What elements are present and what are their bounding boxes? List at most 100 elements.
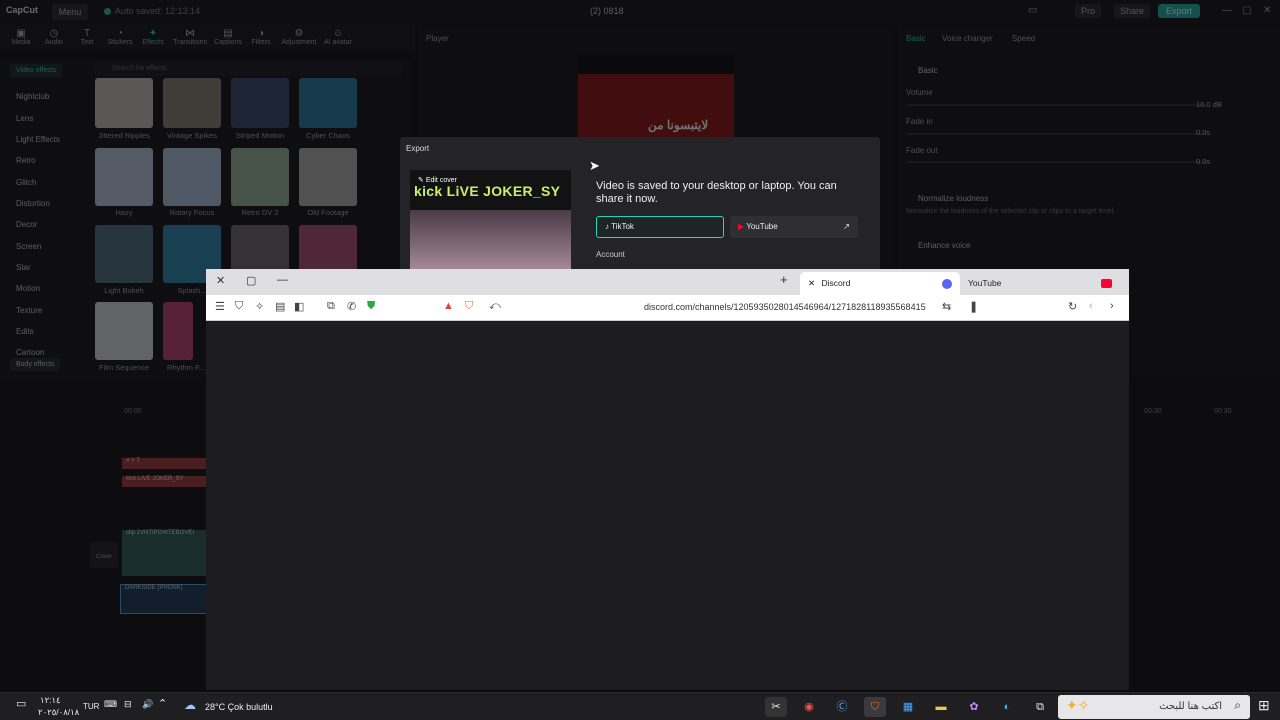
video-effects-dropdown[interactable]: Video effects bbox=[10, 64, 63, 77]
app-c-icon[interactable]: Ⓒ bbox=[831, 697, 853, 717]
new-tab-icon[interactable]: + bbox=[780, 272, 788, 287]
category-item[interactable]: Star bbox=[16, 263, 31, 272]
tool-ai-avatar[interactable]: ☺ AI avatar bbox=[319, 28, 357, 46]
reload-icon[interactable]: ↻ bbox=[1068, 300, 1077, 313]
normalize-label[interactable]: Normalize loudness bbox=[918, 194, 988, 203]
maximize-window-icon[interactable]: ▢ bbox=[246, 274, 256, 287]
share-button[interactable]: Share bbox=[1114, 4, 1151, 18]
fadeout-slider[interactable] bbox=[906, 161, 1206, 163]
basic-section-label[interactable]: Basic bbox=[918, 66, 938, 75]
category-item[interactable]: Light Effects bbox=[16, 135, 60, 144]
effect-thumb[interactable] bbox=[163, 78, 221, 128]
copilot-icon[interactable]: ✿ bbox=[963, 697, 985, 717]
tool-transitions[interactable]: ⋈ Transitions bbox=[171, 28, 209, 46]
tab-basic[interactable]: Basic bbox=[906, 34, 926, 43]
close-window-icon[interactable]: ✕ bbox=[216, 274, 225, 287]
volume-value[interactable]: 10.0 dB bbox=[1196, 100, 1222, 109]
timeline-clip[interactable]: # Y T bbox=[122, 458, 216, 469]
forward-icon[interactable]: ‹ bbox=[1089, 300, 1093, 312]
chevron-up-icon[interactable]: ⌃ bbox=[158, 697, 167, 710]
windows-start-icon[interactable]: ⊞ bbox=[1258, 697, 1270, 714]
tab-speed[interactable]: Speed bbox=[1012, 34, 1035, 43]
cover-button[interactable]: Cover bbox=[90, 542, 118, 568]
effect-thumb[interactable] bbox=[95, 302, 153, 360]
shield-icon[interactable]: ⛉ bbox=[235, 300, 243, 313]
network-icon[interactable]: ⊟ bbox=[124, 699, 132, 710]
effect-thumb[interactable] bbox=[231, 148, 289, 206]
fadein-value[interactable]: 0.0s bbox=[1196, 128, 1210, 137]
maximize-icon[interactable]: ▢ bbox=[1242, 5, 1251, 16]
export-button[interactable]: Export bbox=[1158, 4, 1201, 18]
sidebar-icon[interactable]: ◧ bbox=[294, 300, 304, 313]
input-language[interactable]: TUR bbox=[83, 702, 99, 711]
vpn-icon[interactable]: ⛊ bbox=[367, 300, 375, 313]
effect-thumb[interactable] bbox=[299, 148, 357, 206]
site-settings-icon[interactable]: ⇆ bbox=[942, 300, 951, 313]
effect-thumb[interactable] bbox=[95, 78, 153, 128]
category-item[interactable]: Distortion bbox=[16, 199, 50, 208]
close-icon[interactable]: ✕ bbox=[1263, 5, 1271, 16]
effect-thumb[interactable] bbox=[95, 225, 153, 283]
effect-thumb[interactable] bbox=[95, 148, 153, 206]
tab-voice-changer[interactable]: Voice changer bbox=[942, 34, 993, 43]
pro-button[interactable]: Pro bbox=[1075, 4, 1102, 18]
keyboard-icon[interactable]: ⌨ bbox=[104, 699, 117, 710]
wallet-icon[interactable]: ▤ bbox=[275, 300, 285, 313]
tool-adjustment[interactable]: ⚙ Adjustment bbox=[280, 28, 318, 46]
tab-youtube[interactable]: YouTube bbox=[968, 272, 1118, 295]
minimize-icon[interactable]: — bbox=[1222, 5, 1232, 16]
clock-date[interactable]: ٢٠٢٥/٠٨/١٨ bbox=[38, 707, 79, 718]
effect-thumb[interactable] bbox=[163, 302, 193, 360]
category-item[interactable]: Retro bbox=[16, 156, 36, 165]
capcut-taskbar-icon[interactable]: ✂ bbox=[765, 697, 787, 717]
back-icon[interactable]: › bbox=[1110, 300, 1114, 312]
category-item[interactable]: Motion bbox=[16, 284, 40, 293]
app-icon[interactable]: ◉ bbox=[798, 697, 820, 717]
category-item[interactable]: Glitch bbox=[16, 178, 36, 187]
brave-taskbar-icon[interactable]: ⛉ bbox=[864, 697, 886, 717]
tab-discord[interactable]: ✕ Discord bbox=[800, 272, 960, 295]
category-item[interactable]: Nightclub bbox=[16, 92, 49, 101]
weather-text[interactable]: 28°C Çok bulutlu bbox=[205, 702, 273, 712]
screenshot-icon[interactable]: ⧉ bbox=[327, 300, 335, 313]
timeline-clip[interactable]: kick LiVE JOKER_SY bbox=[122, 476, 216, 487]
tool-effects[interactable]: ✦ Effects bbox=[134, 28, 172, 46]
file-explorer-icon[interactable]: ▬ bbox=[930, 697, 952, 717]
close-tab-icon[interactable]: ✕ bbox=[808, 278, 817, 288]
category-item[interactable]: Texture bbox=[16, 306, 42, 315]
category-item[interactable]: Edits bbox=[16, 327, 34, 336]
chat-icon[interactable]: ✆ bbox=[347, 300, 356, 313]
task-view-icon[interactable]: ⧉ bbox=[1029, 697, 1051, 717]
audio-clip[interactable]: DARKSIDE (PHONK) bbox=[120, 584, 212, 614]
fadein-slider[interactable] bbox=[906, 133, 1206, 135]
history-icon[interactable]: ⤺ bbox=[489, 300, 501, 313]
share-tiktok-button[interactable]: ♪ TikTok bbox=[596, 216, 724, 238]
rewards-icon[interactable]: ▲ bbox=[443, 300, 454, 312]
notification-icon[interactable]: ▭ bbox=[16, 697, 26, 710]
minimize-window-icon[interactable]: — bbox=[277, 274, 288, 286]
taskbar-search-input[interactable]: ✦✧ اكتب هنا للبحث ⌕ bbox=[1058, 695, 1250, 719]
tool-filters[interactable]: ◑ Filters bbox=[242, 28, 280, 46]
brave-shield-icon[interactable]: ⛉ bbox=[465, 300, 473, 313]
menu-button[interactable]: Menu bbox=[52, 4, 88, 20]
export-cover-preview[interactable]: Edit cover kick LiVE JOKER_SY bbox=[410, 170, 571, 270]
volume-slider[interactable] bbox=[906, 104, 1206, 106]
bookmark-icon[interactable]: ❚ bbox=[969, 300, 978, 313]
effects-search-input[interactable]: Search for effects bbox=[94, 62, 402, 76]
player-preview[interactable]: لايتبسونا من bbox=[578, 54, 734, 138]
clock-time[interactable]: ١٢:١٤ bbox=[40, 695, 61, 706]
effect-thumb[interactable] bbox=[163, 148, 221, 206]
timeline-clip[interactable]: clip 1VNTIPOWTEBOVEI bbox=[122, 530, 216, 576]
extension-icon[interactable]: ✧ bbox=[255, 300, 264, 313]
edge-icon[interactable]: ◐ bbox=[996, 697, 1018, 717]
page-content[interactable] bbox=[206, 322, 1129, 690]
category-item[interactable]: Lens bbox=[16, 114, 33, 123]
volume-icon[interactable]: 🔊 bbox=[142, 699, 153, 710]
store-icon[interactable]: ▦ bbox=[897, 697, 919, 717]
fadeout-value[interactable]: 0.0s bbox=[1196, 157, 1210, 166]
layout-icon[interactable]: ▭ bbox=[1028, 5, 1037, 16]
effect-thumb[interactable] bbox=[231, 78, 289, 128]
category-item[interactable]: Decor bbox=[16, 220, 37, 229]
category-item[interactable]: Cartoon bbox=[16, 348, 44, 357]
effect-thumb[interactable] bbox=[299, 78, 357, 128]
